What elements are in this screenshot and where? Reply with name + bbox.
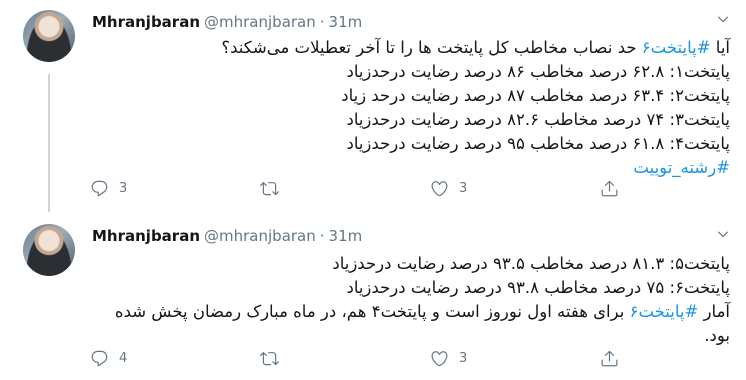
heart-icon <box>431 350 448 366</box>
text-segment: آیا <box>710 38 730 57</box>
text-segment: حد نصاب مخاطب کل پایتخت ها را تا آخر تعط… <box>221 38 642 57</box>
tweet-line: پایتخت۲: ۶۳.۴ درصد مخاطب ۸۷ درصد رضایت د… <box>341 86 730 105</box>
tweet-actions: 4 3 <box>90 348 746 368</box>
thread-connector-line <box>48 74 50 212</box>
timestamp[interactable]: 31m <box>329 13 363 31</box>
tweet-text: آیا #پایتخت۶ حد نصاب مخاطب کل پایتخت ها … <box>90 36 730 180</box>
retweet-icon <box>260 181 279 195</box>
chevron-down-icon[interactable] <box>716 227 730 241</box>
reply-icon <box>91 180 108 196</box>
tweet-line: آمار #پایتخت۶ برای هفته اول نوروز است و … <box>90 300 730 348</box>
hashtag-link[interactable]: #پایتخت۶ <box>630 302 699 321</box>
retweet-button[interactable] <box>260 179 430 198</box>
tweet-line: پایتخت۳: ۷۴ درصد مخاطب ۸۲.۶ درصد رضایت د… <box>346 110 730 129</box>
reply-icon <box>91 350 108 366</box>
tweet-line: #رشته_توییت <box>90 156 730 180</box>
separator-dot: · <box>319 227 325 245</box>
timestamp[interactable]: 31m <box>329 227 363 245</box>
reply-button[interactable]: 3 <box>90 179 260 198</box>
tweet-line: پایتخت۱: ۶۲.۸ درصد مخاطب ۸۶ درصد رضایت د… <box>346 62 730 81</box>
like-count: 3 <box>459 180 468 196</box>
tweet-line: پایتخت۵: ۸۱.۳ درصد مخاطب ۹۳.۵ درصد رضایت… <box>332 254 730 273</box>
tweet-2[interactable]: Mhranjbaran @mhranjbaran · 31m پایتخت۵: … <box>0 212 746 380</box>
author-name[interactable]: Mhranjbaran <box>92 227 200 245</box>
avatar[interactable] <box>23 224 75 276</box>
chevron-down-icon[interactable] <box>716 12 730 26</box>
tweet-text: پایتخت۵: ۸۱.۳ درصد مخاطب ۹۳.۵ درصد رضایت… <box>90 252 730 348</box>
share-icon <box>601 350 618 366</box>
like-count: 3 <box>459 350 468 366</box>
author-handle[interactable]: @mhranjbaran <box>204 227 316 245</box>
share-button[interactable] <box>600 349 746 368</box>
like-button[interactable]: 3 <box>430 179 600 198</box>
share-button[interactable] <box>600 179 746 198</box>
author-handle[interactable]: @mhranjbaran <box>204 13 316 31</box>
like-button[interactable]: 3 <box>430 349 600 368</box>
tweet-line: پایتخت۴: ۶۱.۸ درصد مخاطب ۹۵ درصد رضایت د… <box>346 134 730 153</box>
tweet-line: آیا #پایتخت۶ حد نصاب مخاطب کل پایتخت ها … <box>90 36 730 60</box>
hashtag-link[interactable]: #رشته_توییت <box>633 158 730 177</box>
text-segment: آمار <box>698 302 730 321</box>
reply-button[interactable]: 4 <box>90 349 260 368</box>
reply-count: 3 <box>119 180 128 196</box>
avatar[interactable] <box>23 10 75 62</box>
separator-dot: · <box>319 13 325 31</box>
tweet-header: Mhranjbaran @mhranjbaran · 31m <box>92 11 362 33</box>
tweet-actions: 3 3 <box>90 178 746 198</box>
tweet-line: پایتخت۶: ۷۵ درصد مخاطب ۹۳.۸ درصد رضایت د… <box>346 278 730 297</box>
tweet-1[interactable]: Mhranjbaran @mhranjbaran · 31m آیا #پایت… <box>0 0 746 212</box>
share-icon <box>601 180 618 196</box>
retweet-icon <box>260 351 279 365</box>
tweet-header: Mhranjbaran @mhranjbaran · 31m <box>92 225 362 247</box>
author-name[interactable]: Mhranjbaran <box>92 13 200 31</box>
heart-icon <box>431 180 448 196</box>
retweet-button[interactable] <box>260 349 430 368</box>
hashtag-link[interactable]: #پایتخت۶ <box>642 38 711 57</box>
reply-count: 4 <box>119 350 128 366</box>
